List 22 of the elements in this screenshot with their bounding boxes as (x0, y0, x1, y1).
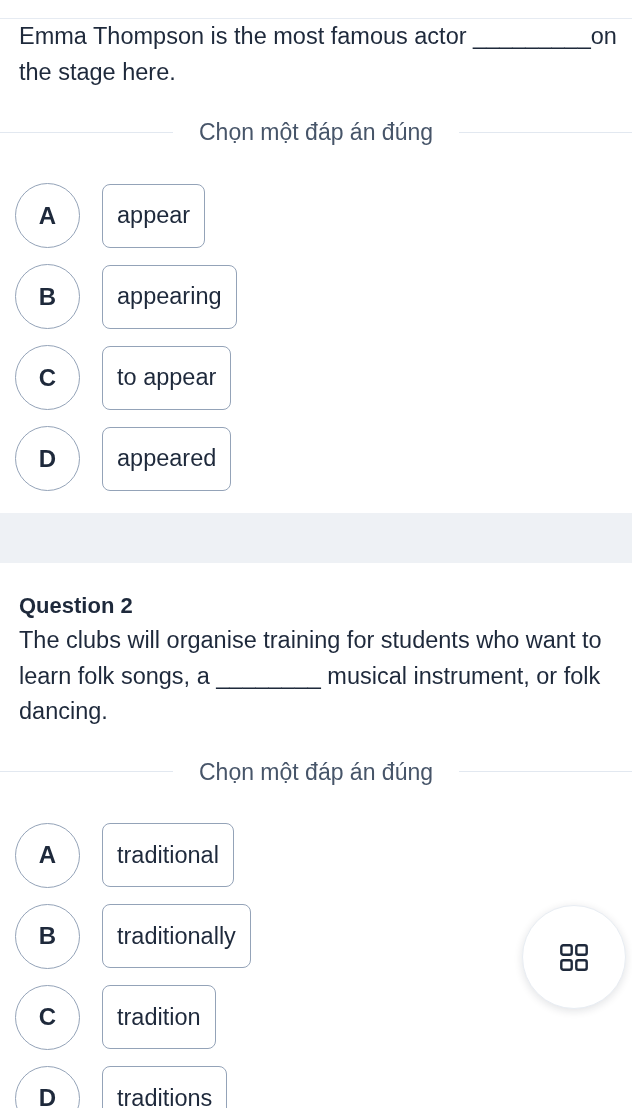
option-letter-button[interactable]: B (15, 903, 80, 969)
answer-prompt: Chọn một đáp án đúng (199, 757, 433, 786)
question-text: The clubs will organise training for students who want to learn folk songs, a ________ musical instrument, or folk dancing. (19, 626, 603, 726)
answer-option[interactable]: appeared (102, 426, 232, 491)
answer-option[interactable]: traditional (102, 823, 234, 887)
option-letter-button[interactable]: A (15, 183, 80, 248)
option-letter-button[interactable]: C (15, 345, 80, 410)
answer-prompt: Chọn một đáp án đúng (199, 118, 433, 146)
option-letter-button[interactable]: B (15, 264, 80, 329)
grid-icon (560, 943, 588, 971)
option-letter-button[interactable]: D (15, 1065, 80, 1108)
answer-option[interactable]: tradition (102, 985, 216, 1049)
answer-option[interactable]: traditionally (102, 904, 251, 968)
answer-option[interactable]: appearing (102, 264, 237, 329)
option-letter-button[interactable]: A (15, 822, 80, 888)
answer-option[interactable]: traditions (102, 1066, 228, 1108)
question-text: Emma Thompson is the most famous actor _________on the stage here. (19, 22, 618, 87)
answer-option[interactable]: appear (102, 183, 206, 248)
question-title: Question 2 (19, 592, 134, 620)
answer-option[interactable]: to appear (102, 345, 232, 410)
option-letter-button[interactable]: C (15, 984, 80, 1050)
option-letter-button[interactable]: D (15, 426, 80, 491)
